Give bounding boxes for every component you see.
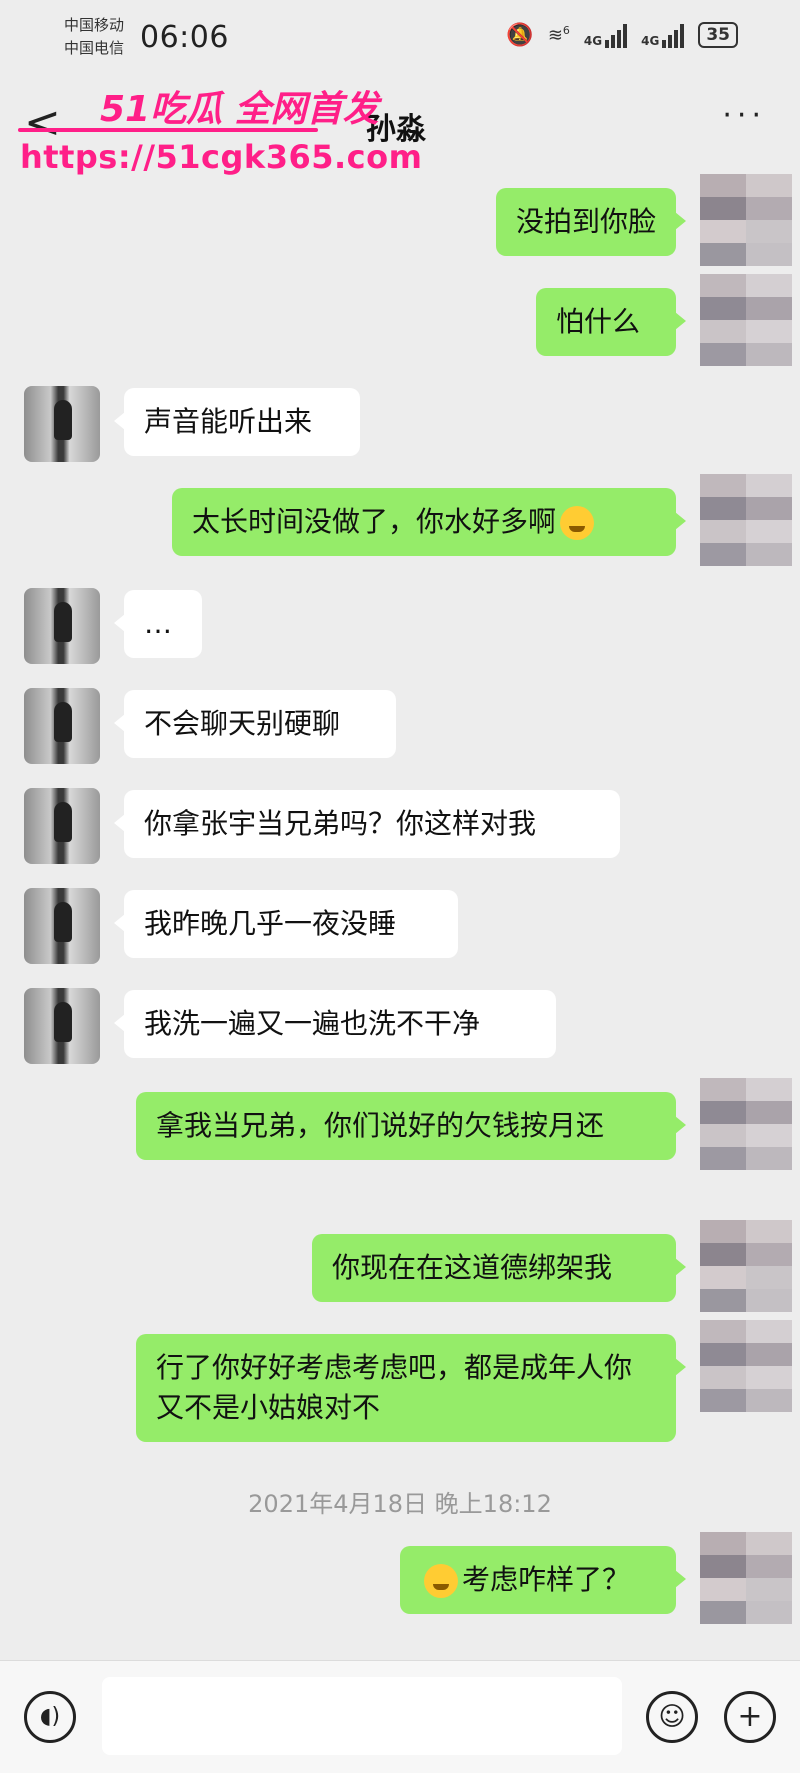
message-text: 我洗一遍又一遍也洗不干净 xyxy=(144,1007,481,1040)
my-avatar-pixelated[interactable] xyxy=(700,174,792,266)
my-avatar-pixelated[interactable] xyxy=(700,474,792,566)
watermark-title: 51吃瓜 全网首发 xyxy=(100,89,379,130)
message-timestamp: 2021年4月18日 晚上18:12 xyxy=(248,1490,552,1518)
mute-bell-icon: 🔕 xyxy=(506,22,534,48)
contact-avatar[interactable] xyxy=(24,688,100,764)
message-text: 怕什么 xyxy=(556,305,641,338)
message-text: 考虑咋样了？ xyxy=(462,1563,631,1596)
outgoing-message-bubble[interactable]: 太长时间没做了，你水好多啊 xyxy=(172,488,686,556)
clock: 06:06 xyxy=(140,20,229,55)
incoming-message-bubble[interactable]: 不会聊天别硬聊 xyxy=(114,690,396,758)
emoji-icon[interactable]: ☺ xyxy=(646,1691,698,1743)
my-avatar-pixelated[interactable] xyxy=(700,274,792,366)
network-label-1: 4G xyxy=(583,34,603,48)
more-options-icon[interactable]: ··· xyxy=(722,98,766,133)
wifi-label: 6 xyxy=(562,24,570,37)
incoming-message-bubble[interactable]: 我昨晚几乎一夜没睡 xyxy=(114,890,458,958)
watermark-url: https://51cgk365.com xyxy=(20,138,423,176)
carrier-1: 中国移动 xyxy=(64,16,125,34)
my-avatar-pixelated[interactable] xyxy=(700,1320,792,1412)
my-avatar-pixelated[interactable] xyxy=(700,1532,792,1624)
message-text: 声音能听出来 xyxy=(144,405,313,438)
incoming-message-bubble[interactable]: 你拿张宇当兄弟吗？你这样对我 xyxy=(114,790,620,858)
network-label-2: 4G xyxy=(641,34,660,48)
contact-avatar[interactable] xyxy=(24,788,100,864)
outgoing-message-bubble[interactable]: 没拍到你脸 xyxy=(496,188,686,256)
message-text: 太长时间没做了，你水好多啊 xyxy=(192,505,557,538)
contact-avatar[interactable] xyxy=(24,386,100,462)
message-text: 行了你好好考虑考虑吧，都是成年人你又不是小姑娘对不 xyxy=(156,1351,633,1424)
my-avatar-pixelated[interactable] xyxy=(700,1220,792,1312)
system-icons: 🔕 ≋6 4G 4G 35 xyxy=(506,22,738,48)
contact-avatar[interactable] xyxy=(24,888,100,964)
signal-icon-2: 4G xyxy=(641,22,685,48)
outgoing-message-bubble[interactable]: 拿我当兄弟，你们说好的欠钱按月还 xyxy=(136,1092,686,1160)
teary-face-emoji-icon xyxy=(424,1564,458,1598)
message-text: 拿我当兄弟，你们说好的欠钱按月还 xyxy=(156,1109,605,1142)
wifi-icon: ≋6 xyxy=(547,24,570,46)
battery-icon: 35 xyxy=(698,22,738,48)
incoming-message-bubble[interactable]: … xyxy=(114,590,202,658)
message-text: 没拍到你脸 xyxy=(516,205,657,238)
incoming-message-bubble[interactable]: 声音能听出来 xyxy=(114,388,360,456)
message-text: 我昨晚几乎一夜没睡 xyxy=(144,907,397,940)
message-text: 不会聊天别硬聊 xyxy=(144,707,341,740)
outgoing-message-bubble[interactable]: 怕什么 xyxy=(536,288,686,356)
message-text: 你拿张宇当兄弟吗？你这样对我 xyxy=(144,807,537,840)
voice-icon[interactable]: ◖) xyxy=(24,1691,76,1743)
smirk-face-emoji-icon xyxy=(560,506,595,540)
message-input[interactable] xyxy=(102,1677,622,1755)
message-text: 你现在在这道德绑架我 xyxy=(332,1251,613,1284)
status-bar: 中国移动 中国电信 06:06 🔕 ≋6 4G 4G 35 xyxy=(0,0,800,80)
contact-avatar[interactable] xyxy=(24,588,100,664)
outgoing-message-bubble[interactable]: 你现在在这道德绑架我 xyxy=(312,1234,686,1302)
message-text: … xyxy=(144,607,172,640)
add-attachment-icon[interactable]: + xyxy=(724,1691,776,1743)
outgoing-message-bubble[interactable]: 考虑咋样了？ xyxy=(400,1546,686,1614)
input-bar: ◖) ☺ + xyxy=(0,1660,800,1773)
outgoing-message-bubble[interactable]: 行了你好好考虑考虑吧，都是成年人你又不是小姑娘对不 xyxy=(136,1334,686,1442)
carrier-info: 中国移动 中国电信 xyxy=(64,14,124,60)
my-avatar-pixelated[interactable] xyxy=(700,1078,792,1170)
signal-icon: 4G xyxy=(583,22,628,48)
contact-avatar[interactable] xyxy=(24,988,100,1064)
carrier-2: 中国电信 xyxy=(64,39,125,57)
incoming-message-bubble[interactable]: 我洗一遍又一遍也洗不干净 xyxy=(114,990,556,1058)
watermark-underline xyxy=(18,128,318,132)
